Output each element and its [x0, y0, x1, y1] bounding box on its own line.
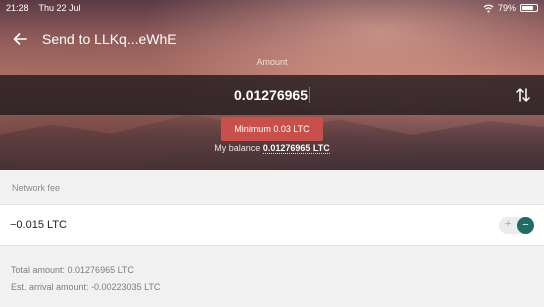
- network-fee-value: −0.015 LTC: [10, 219, 67, 231]
- battery-percent: 79%: [497, 3, 516, 13]
- wifi-icon: [483, 4, 494, 13]
- balance-line: My balance 0.01276965 LTC: [0, 143, 544, 154]
- battery-icon: [520, 4, 538, 12]
- swap-vertical-icon: [516, 88, 530, 102]
- text-cursor: [308, 87, 310, 103]
- balance-value[interactable]: 0.01276965 LTC: [262, 143, 330, 154]
- estimated-arrival-amount: Est. arrival amount: -0.00223035 LTC: [11, 282, 161, 292]
- balance-label: My balance: [214, 143, 261, 153]
- swap-currency-button[interactable]: [514, 86, 532, 104]
- back-button[interactable]: [0, 24, 40, 54]
- network-fee-header: Network fee: [0, 170, 544, 204]
- total-amount: Total amount: 0.01276965 LTC: [11, 265, 134, 275]
- transaction-summary: Total amount: 0.01276965 LTC Est. arriva…: [11, 262, 160, 296]
- decrease-fee-button[interactable]: −: [517, 217, 534, 234]
- status-time: 21:28: [6, 3, 29, 13]
- amount-label: Amount: [256, 57, 288, 67]
- minimum-amount-warning: Minimum 0.03 LTC: [221, 117, 323, 141]
- fee-stepper: + −: [499, 217, 534, 234]
- status-date: Thu 22 Jul: [38, 3, 81, 13]
- amount-value: 0.01276965: [234, 87, 308, 103]
- page-title: Send to LLKq...eWhE: [42, 31, 177, 47]
- title-bar: Send to LLKq...eWhE: [0, 24, 544, 54]
- increase-fee-button[interactable]: +: [505, 218, 511, 230]
- network-fee-row: −0.015 LTC + −: [0, 204, 544, 246]
- status-bar: 21:28 Thu 22 Jul 79%: [0, 0, 544, 16]
- arrow-left-icon: [13, 33, 27, 45]
- network-fee-label: Network fee: [12, 183, 61, 193]
- amount-input[interactable]: 0.01276965: [0, 75, 544, 115]
